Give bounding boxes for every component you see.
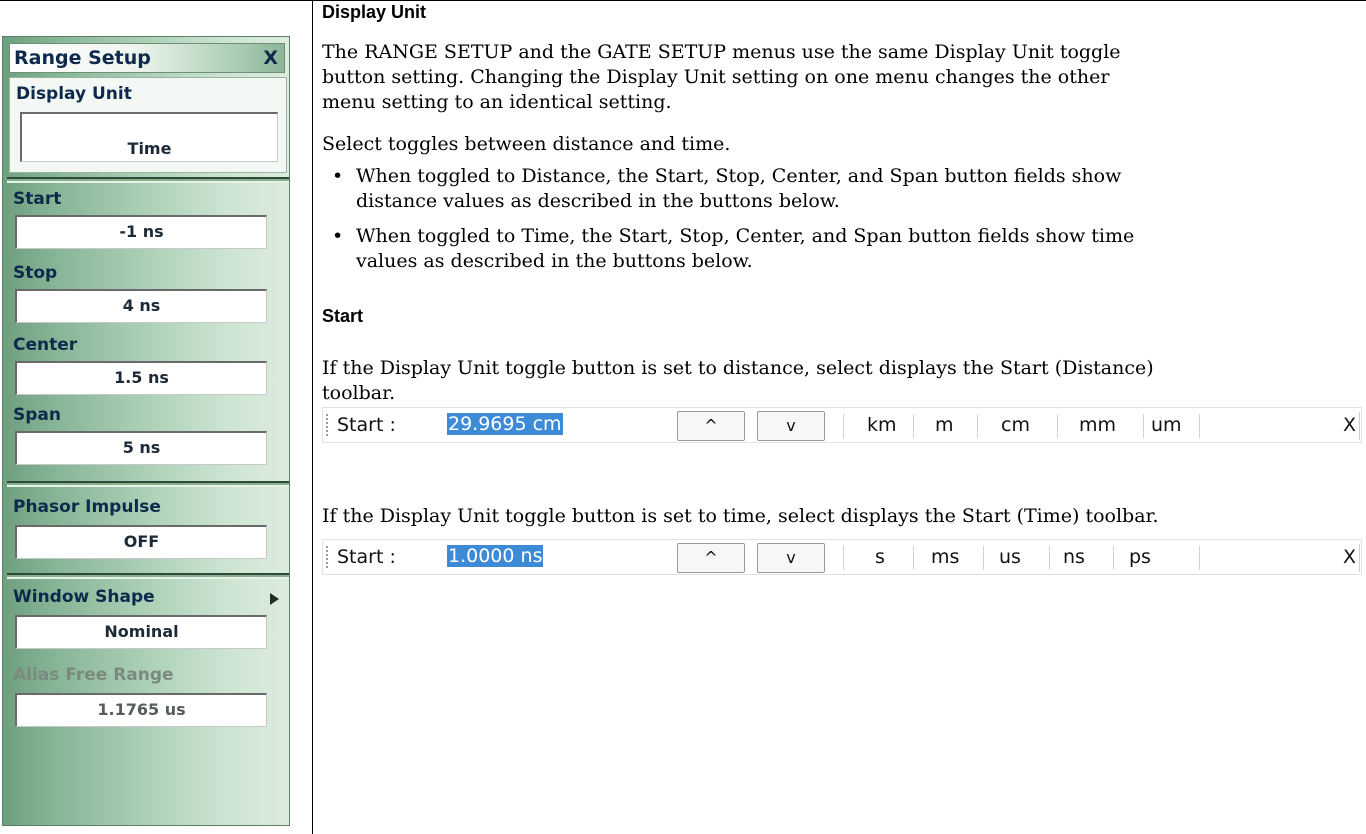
chevron-down-icon: v: [786, 416, 796, 435]
toolbar-divider: [843, 414, 844, 438]
toolbar-divider: [983, 546, 984, 570]
display-unit-toggle[interactable]: Time: [20, 112, 278, 162]
text-line: distance values as described in the butt…: [356, 190, 840, 212]
stop-label: Stop: [13, 263, 58, 283]
start-time-toolbar: Start : 1.0000 ns ^ v s ms us ns ps X: [322, 539, 1362, 575]
text-line: When toggled to Distance, the Start, Sto…: [356, 165, 1122, 187]
toolbar-close-button[interactable]: X: [1343, 414, 1356, 436]
bullet-icon: •: [332, 165, 344, 187]
paragraph: If the Display Unit toggle button is set…: [322, 505, 1159, 527]
menu-separator: [7, 177, 289, 183]
text-line: If the Display Unit toggle button is set…: [322, 357, 1154, 379]
toolbar-close-button[interactable]: X: [1343, 546, 1356, 568]
toolbar-grip-handle[interactable]: [326, 546, 330, 568]
window-shape-label: Window Shape: [13, 587, 155, 607]
stop-field[interactable]: 4 ns: [15, 289, 267, 323]
span-field[interactable]: 5 ns: [15, 431, 267, 465]
list-item-text: When toggled to Time, the Start, Stop, C…: [356, 224, 1361, 274]
unit-cm-button[interactable]: cm: [1001, 414, 1030, 436]
display-unit-section[interactable]: Display Unit Time: [9, 77, 287, 173]
unit-ns-button[interactable]: ns: [1063, 546, 1085, 568]
start-distance-toolbar: Start : 29.9695 cm ^ v km m cm mm um X: [322, 407, 1362, 443]
column-divider: [312, 0, 313, 834]
toolbar-divider: [1199, 414, 1200, 438]
menu-separator: [7, 573, 289, 579]
toolbar-divider: [977, 414, 978, 438]
selected-value-text: 1.0000 ns: [447, 545, 544, 567]
toolbar-divider: [843, 546, 844, 570]
window-shape-field[interactable]: Nominal: [15, 615, 267, 649]
display-unit-label: Display Unit: [16, 84, 132, 104]
chevron-up-icon: ^: [704, 548, 718, 567]
chevron-up-icon: ^: [704, 416, 718, 435]
start-field[interactable]: -1 ns: [15, 215, 267, 249]
toolbar-label: Start :: [337, 414, 396, 436]
unit-ms-button[interactable]: ms: [931, 546, 959, 568]
top-rule: [0, 0, 1366, 1]
text-line: button setting. Changing the Display Uni…: [322, 66, 1110, 88]
alias-free-range-label: Alias Free Range: [13, 665, 174, 685]
range-setup-menu: Range Setup X Display Unit Time Start -1…: [2, 36, 290, 826]
phasor-impulse-label: Phasor Impulse: [13, 497, 161, 517]
toolbar-grip-handle[interactable]: [326, 414, 330, 436]
toolbar-divider: [1199, 546, 1200, 570]
unit-us-button[interactable]: us: [999, 546, 1021, 568]
bullet-icon: •: [332, 225, 344, 247]
increment-button[interactable]: ^: [677, 411, 745, 441]
list-item: • When toggled to Time, the Start, Stop,…: [332, 224, 1362, 278]
text-line: toolbar.: [322, 382, 396, 404]
unit-km-button[interactable]: km: [867, 414, 897, 436]
start-label: Start: [13, 189, 62, 209]
phasor-impulse-toggle[interactable]: OFF: [15, 525, 267, 559]
list-item: • When toggled to Distance, the Start, S…: [332, 164, 1362, 218]
menu-title: Range Setup: [14, 47, 151, 69]
toolbar-divider: [1049, 546, 1050, 570]
unit-mm-button[interactable]: mm: [1079, 414, 1116, 436]
start-value-input[interactable]: 29.9695 cm: [447, 412, 603, 438]
submenu-arrow-icon[interactable]: [270, 593, 279, 605]
menu-separator: [7, 481, 289, 487]
center-field[interactable]: 1.5 ns: [15, 361, 267, 395]
text-line: values as described in the buttons below…: [356, 250, 753, 272]
selected-value-text: 29.9695 cm: [447, 413, 563, 435]
toolbar-divider: [1113, 546, 1114, 570]
text-line: The RANGE SETUP and the GATE SETUP menus…: [322, 41, 1121, 63]
section-heading-start: Start: [322, 306, 364, 326]
toolbar-end: [1359, 412, 1360, 440]
section-heading-display-unit: Display Unit: [322, 2, 427, 22]
toolbar-divider: [1143, 414, 1144, 438]
increment-button[interactable]: ^: [677, 543, 745, 573]
toolbar-divider: [913, 414, 914, 438]
alias-free-range-field: 1.1765 us: [15, 693, 267, 727]
toolbar-label: Start :: [337, 546, 396, 568]
menu-close-button[interactable]: X: [263, 47, 278, 69]
menu-header: Range Setup X: [9, 43, 285, 73]
unit-ps-button[interactable]: ps: [1129, 546, 1151, 568]
chevron-down-icon: v: [786, 548, 796, 567]
unit-m-button[interactable]: m: [935, 414, 954, 436]
paragraph: If the Display Unit toggle button is set…: [322, 356, 1362, 406]
start-value-input[interactable]: 1.0000 ns: [447, 544, 603, 570]
text-line: When toggled to Time, the Start, Stop, C…: [356, 225, 1135, 247]
paragraph: The RANGE SETUP and the GATE SETUP menus…: [322, 40, 1362, 115]
list-item-text: When toggled to Distance, the Start, Sto…: [356, 164, 1361, 214]
toolbar-divider: [913, 546, 914, 570]
toolbar-end: [1359, 544, 1360, 572]
center-label: Center: [13, 335, 78, 355]
unit-s-button[interactable]: s: [875, 546, 885, 568]
toolbar-divider: [1057, 414, 1058, 438]
unit-um-button[interactable]: um: [1151, 414, 1182, 436]
decrement-button[interactable]: v: [757, 543, 825, 573]
span-label: Span: [13, 405, 61, 425]
text-line: menu setting to an identical setting.: [322, 91, 672, 113]
decrement-button[interactable]: v: [757, 411, 825, 441]
paragraph: Select toggles between distance and time…: [322, 133, 731, 155]
